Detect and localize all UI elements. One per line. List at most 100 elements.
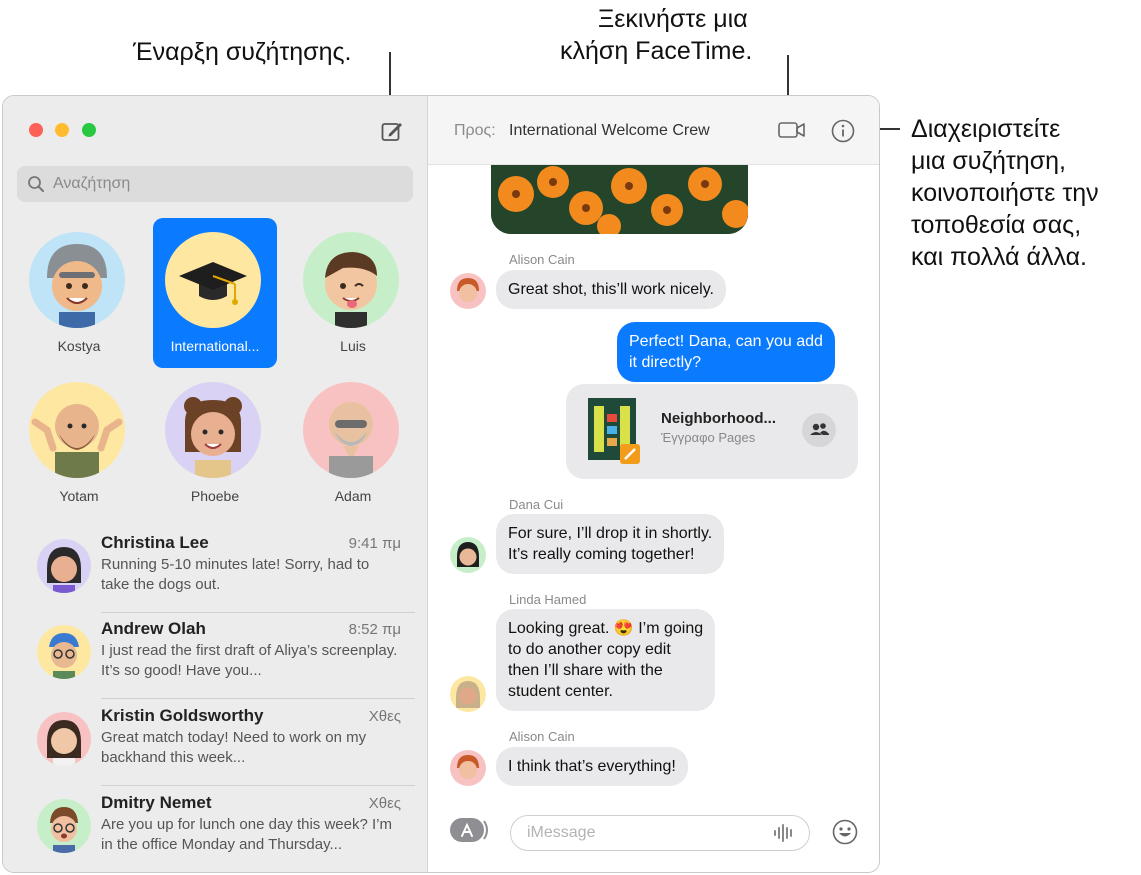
message-line: Perfect! Dana, can you add bbox=[629, 333, 823, 350]
callout-info-line: Διαχειριστείτε bbox=[911, 115, 1061, 143]
message-line: It’s really coming together! bbox=[508, 546, 695, 563]
contact-name: Dmitry Nemet bbox=[101, 793, 212, 812]
callout-info-line: μια συζήτηση, bbox=[911, 147, 1066, 175]
message-bubble: I think that’s everything! bbox=[496, 747, 688, 786]
conversation-row-dmitry-nemet[interactable]: Dmitry Nemet Χθες Are you up for lunch o… bbox=[33, 787, 415, 872]
callout-info-line: τοποθεσία σας, bbox=[911, 211, 1082, 239]
message-bubble: Great shot, this’ll work nicely. bbox=[496, 270, 726, 309]
memoji-icon bbox=[47, 547, 81, 593]
conversation-row-christina-lee[interactable]: Christina Lee 9:41 πμ Running 5-10 minut… bbox=[33, 527, 415, 613]
message-bubble-sent: Perfect! Dana, can you add it directly? bbox=[617, 322, 835, 382]
messages-window: Αναζήτηση Kostya International... Luis Y… bbox=[2, 95, 880, 873]
video-camera-icon bbox=[778, 122, 805, 138]
avatar bbox=[450, 273, 486, 309]
minimize-window-button[interactable] bbox=[55, 123, 69, 137]
attachment-title: Neighborhood... bbox=[661, 410, 776, 427]
info-icon bbox=[831, 119, 855, 143]
memoji-icon bbox=[31, 404, 123, 478]
sender-name: Alison Cain bbox=[509, 729, 575, 744]
memoji-icon bbox=[47, 244, 107, 328]
conversation-row-andrew-olah[interactable]: Andrew Olah 8:52 πμ I just read the firs… bbox=[33, 613, 415, 699]
memoji-icon bbox=[457, 278, 479, 302]
pinned-conversation-luis[interactable]: Luis bbox=[291, 218, 415, 368]
memoji-icon bbox=[49, 633, 79, 679]
pinned-conversation-yotam[interactable]: Yotam bbox=[17, 368, 141, 518]
memoji-icon bbox=[50, 807, 78, 853]
avatar bbox=[37, 539, 91, 593]
pinned-conversation-kostya[interactable]: Kostya bbox=[17, 218, 141, 368]
avatar bbox=[450, 676, 486, 712]
people-icon bbox=[810, 423, 829, 435]
pinned-conversation-adam[interactable]: Adam bbox=[291, 368, 415, 518]
apps-button[interactable] bbox=[450, 818, 490, 847]
sender-name: Alison Cain bbox=[509, 252, 575, 267]
conversation-header: Προς: International Welcome Crew bbox=[428, 96, 879, 165]
graduation-cap-icon bbox=[179, 262, 247, 305]
avatar bbox=[303, 382, 399, 478]
avatar bbox=[450, 537, 486, 573]
pages-document-attachment[interactable]: Neighborhood... Έγγραφο Pages bbox=[566, 384, 858, 479]
pinned-name: Yotam bbox=[59, 488, 99, 504]
pinned-name: Luis bbox=[340, 338, 366, 354]
message-time: Χθες bbox=[368, 708, 401, 725]
attachment-subtitle: Έγγραφο Pages bbox=[661, 430, 756, 445]
search-icon bbox=[28, 176, 44, 192]
emoji-button[interactable] bbox=[832, 819, 858, 850]
contact-name: Andrew Olah bbox=[101, 619, 206, 638]
zoom-window-button[interactable] bbox=[82, 123, 96, 137]
close-window-button[interactable] bbox=[29, 123, 43, 137]
sidebar: Αναζήτηση Kostya International... Luis Y… bbox=[3, 96, 428, 872]
row-divider bbox=[101, 785, 415, 786]
memoji-icon bbox=[457, 755, 479, 779]
memoji-icon bbox=[47, 720, 81, 766]
message-line: For sure, I’ll drop it in shortly. bbox=[508, 525, 713, 542]
message-line: to do another copy edit bbox=[508, 641, 671, 658]
document-thumbnail bbox=[588, 398, 640, 464]
callout-facetime-line1: Ξεκινήστε μια bbox=[598, 5, 748, 33]
compose-button[interactable] bbox=[381, 120, 403, 142]
pinned-conversation-international-welcome-crew[interactable]: International... bbox=[153, 218, 277, 368]
shared-photo[interactable] bbox=[491, 164, 748, 234]
flowers-image bbox=[491, 164, 748, 234]
message-line: student center. bbox=[508, 683, 613, 700]
message-preview: Are you up for lunch one day this week? … bbox=[101, 816, 392, 853]
message-input[interactable]: iMessage bbox=[510, 815, 810, 851]
message-input-placeholder: iMessage bbox=[527, 824, 596, 841]
message-line: Looking great. 😍 I’m going bbox=[508, 620, 704, 637]
search-field[interactable]: Αναζήτηση bbox=[17, 166, 413, 202]
audio-waveform-icon[interactable] bbox=[773, 824, 795, 842]
facetime-button[interactable] bbox=[778, 120, 806, 145]
memoji-icon bbox=[456, 681, 480, 708]
memoji-icon bbox=[457, 542, 479, 567]
info-button[interactable] bbox=[831, 119, 855, 148]
pinned-conversation-phoebe[interactable]: Phoebe bbox=[153, 368, 277, 518]
sender-name: Dana Cui bbox=[509, 497, 564, 512]
app-store-icon bbox=[450, 818, 488, 842]
pinned-name: Phoebe bbox=[190, 488, 240, 504]
message-preview: I just read the first draft of Aliya’s s… bbox=[101, 642, 398, 679]
message-line: it directly? bbox=[629, 354, 702, 371]
smiley-icon bbox=[832, 819, 858, 845]
avatar bbox=[165, 382, 261, 478]
callout-facetime-line2: κλήση FaceTime. bbox=[560, 37, 753, 65]
contact-name: Kristin Goldsworthy bbox=[101, 706, 264, 725]
conversation-pane: Προς: International Welcome Crew Alison … bbox=[428, 96, 879, 872]
message-bubble: For sure, I’ll drop it in shortly. It’s … bbox=[496, 514, 725, 574]
message-preview: Running 5-10 minutes late! Sorry, had to… bbox=[101, 556, 370, 593]
pinned-name: Kostya bbox=[57, 338, 101, 354]
sender-name: Linda Hamed bbox=[509, 592, 587, 607]
callout-info-line: και πολλά άλλα. bbox=[911, 243, 1087, 271]
avatar bbox=[450, 750, 486, 786]
avatar bbox=[29, 382, 125, 478]
to-label: Προς: bbox=[454, 122, 496, 139]
avatar bbox=[37, 625, 91, 679]
conversation-row-kristin-goldsworthy[interactable]: Kristin Goldsworthy Χθες Great match tod… bbox=[33, 700, 415, 786]
pinned-name: International... bbox=[170, 338, 260, 354]
collaboration-button[interactable] bbox=[802, 413, 836, 447]
conversation-name[interactable]: International Welcome Crew bbox=[509, 122, 710, 140]
search-placeholder: Αναζήτηση bbox=[53, 175, 131, 192]
memoji-icon bbox=[184, 397, 242, 478]
message-line: then I’ll share with the bbox=[508, 662, 663, 679]
memoji-icon bbox=[325, 252, 377, 328]
compose-icon bbox=[381, 123, 402, 141]
